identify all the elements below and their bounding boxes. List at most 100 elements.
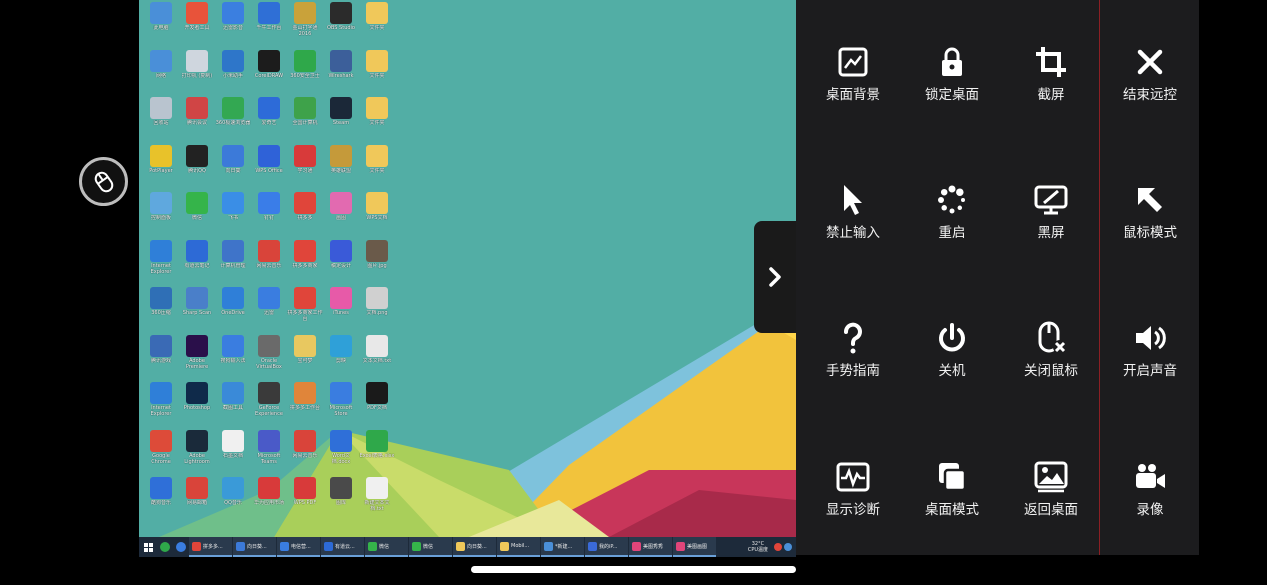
desktop-icon[interactable]: 石墨文档 — [215, 429, 251, 474]
taskbar-app-button[interactable]: *新建... — [541, 537, 584, 557]
desktop-icon[interactable]: 新建文本文档.txt — [359, 477, 395, 521]
desktop-icon[interactable]: 文件夹 — [359, 2, 395, 46]
desktop-icon[interactable]: 图库 — [323, 477, 359, 521]
desktop-icon[interactable]: QQ音乐 — [215, 477, 251, 521]
desktop-icon[interactable]: Excel表格.xlsx — [359, 429, 395, 474]
display-diagnose-button[interactable]: 显示诊断 — [803, 459, 903, 539]
taskbar-pinned-1[interactable] — [157, 537, 173, 557]
desktop-icon[interactable]: Internet Explorer — [143, 239, 179, 284]
remote-desktop-view[interactable]: 此电脑 开发者工具 迅雷影音 千牛工作台 金山打字通 2016 OBS Studio 文件夹… — [139, 0, 796, 557]
taskbar-app-button[interactable]: Mobil... — [497, 537, 540, 557]
desktop-icon[interactable]: 360安全卫士 — [287, 49, 323, 94]
desktop-icon[interactable]: PotPlayer — [143, 144, 179, 189]
end-remote-button[interactable]: 结束远控 — [1100, 44, 1200, 124]
desktop-icon[interactable]: Wireshark — [323, 49, 359, 94]
desktop-icon[interactable]: 稿定设计 — [323, 239, 359, 284]
desktop-icon[interactable]: Photoshop — [179, 382, 215, 426]
desktop-icon[interactable]: Adobe Lightroom — [179, 429, 215, 474]
screenshot-button[interactable]: 截屏 — [1001, 44, 1101, 124]
taskbar-app-button[interactable]: 向日葵... — [453, 537, 496, 557]
taskbar-app-button[interactable]: 美图秀秀 — [629, 537, 672, 557]
taskbar-app-button[interactable]: 向日葵... — [233, 537, 276, 557]
lock-desktop-button[interactable]: 锁定桌面 — [902, 44, 1002, 124]
desktop-icon[interactable]: 360极速浏览器 — [215, 97, 251, 141]
return-desktop-button[interactable]: 返回桌面 — [1001, 459, 1101, 539]
desktop-icon[interactable]: 拼多多商家工作台 — [287, 287, 323, 331]
cpu-temperature[interactable]: 32°C CPU温度 — [748, 541, 768, 553]
desktop-icon[interactable]: 回收站 — [143, 97, 179, 141]
mouse-mode-button[interactable]: 鼠标模式 — [1100, 182, 1200, 262]
desktop-icon[interactable]: 文档.png — [359, 287, 395, 331]
desktop-icon[interactable]: 飞书 — [215, 192, 251, 236]
desktop-icon[interactable]: Google Chrome — [143, 429, 179, 474]
desktop-icon[interactable]: 文本文档.txt — [359, 334, 395, 379]
taskbar-app-button[interactable]: 微信 — [409, 537, 452, 557]
taskbar-app-button[interactable]: 有道云... — [321, 537, 364, 557]
taskbar-app-button[interactable]: 电信营... — [277, 537, 320, 557]
taskbar-app-button[interactable]: 美图画图 — [673, 537, 716, 557]
shutdown-button[interactable]: 关机 — [902, 320, 1002, 400]
taskbar-pinned-2[interactable] — [173, 537, 189, 557]
desktop-icon[interactable]: 网易云音乐 — [251, 239, 287, 284]
close-mouse-button[interactable]: 关闭鼠标 — [1001, 320, 1101, 400]
desktop-icon[interactable]: 全国计算机 — [287, 97, 323, 141]
taskbar-app-button[interactable]: 拼多多... — [189, 537, 232, 557]
desktop-icon[interactable]: OneDrive — [215, 287, 251, 331]
desktop-icon[interactable]: 迅雷 — [251, 287, 287, 331]
enable-sound-button[interactable]: 开启声音 — [1100, 320, 1200, 400]
desktop-icon[interactable]: 拼多多 — [287, 192, 323, 236]
taskbar-app-button[interactable]: 微信 — [365, 537, 408, 557]
desktop-icon[interactable]: 截图工具 — [215, 382, 251, 426]
desktop-icon[interactable]: 学习通 — [287, 144, 323, 189]
desktop-icon[interactable]: 腾讯游戏 — [143, 334, 179, 379]
desktop-icon[interactable]: Word文档.docx — [323, 429, 359, 474]
desktop-bg-button[interactable]: 桌面背景 — [803, 44, 903, 124]
desktop-icon[interactable]: OBS Studio — [323, 2, 359, 46]
desktop-icon[interactable]: 英雄联盟 — [323, 144, 359, 189]
desktop-icon[interactable]: Steam — [323, 97, 359, 141]
desktop-icon[interactable]: 文件夹 — [359, 144, 395, 189]
desktop-icon[interactable]: 酷狗音乐 — [143, 477, 179, 521]
desktop-icon[interactable]: 宝可梦 — [287, 334, 323, 379]
desktop-icon[interactable]: WPS Office — [251, 144, 287, 189]
desktop-icon[interactable]: 网易云音乐 — [287, 429, 323, 474]
desktop-icon[interactable]: 华为应用市场 — [251, 477, 287, 521]
desktop-icon[interactable]: 金山打字通 2016 — [287, 2, 323, 46]
collapse-panel-button[interactable] — [754, 221, 796, 333]
desktop-icon[interactable]: Oracle VirtualBox — [251, 334, 287, 379]
desktop-icon[interactable]: 打印机 (复制) — [179, 49, 215, 94]
desktop-icon[interactable]: 千牛工作台 — [251, 2, 287, 46]
desktop-icon[interactable]: Adobe Premiere — [179, 334, 215, 379]
desktop-icon[interactable]: Internet Explorer — [143, 382, 179, 426]
desktop-icon[interactable]: 向日葵 — [215, 144, 251, 189]
desktop-icon[interactable]: 图片.jpg — [359, 239, 395, 284]
black-screen-button[interactable]: 黑屏 — [1001, 182, 1101, 262]
desktop-icon[interactable]: 网络 — [143, 49, 179, 94]
record-button[interactable]: 录像 — [1100, 459, 1200, 539]
desktop-icon[interactable]: 此电脑 — [143, 2, 179, 46]
disable-input-button[interactable]: 禁止输入 — [803, 182, 903, 262]
desktop-icon[interactable]: iTunes — [323, 287, 359, 331]
desktop-icon[interactable]: Sharp Scan — [179, 287, 215, 331]
desktop-icon[interactable]: Microsoft Store — [323, 382, 359, 426]
desktop-icon[interactable]: 剪映 — [323, 334, 359, 379]
gesture-guide-button[interactable]: 手势指南 — [803, 320, 903, 400]
desktop-icon[interactable]: 计算机管理 — [215, 239, 251, 284]
desktop-icon[interactable]: 网易邮箱 — [179, 477, 215, 521]
desktop-icon[interactable]: 文件夹 — [359, 49, 395, 94]
start-button[interactable] — [139, 537, 157, 557]
desktop-mode-button[interactable]: 桌面模式 — [902, 459, 1002, 539]
desktop-icon[interactable]: PDF文档 — [359, 382, 395, 426]
desktop-icon[interactable]: 360压缩 — [143, 287, 179, 331]
desktop-icon[interactable]: 钉钉 — [251, 192, 287, 236]
desktop-icon[interactable]: 腾讯会议 — [179, 97, 215, 141]
desktop-icon[interactable]: WPS文档 — [359, 192, 395, 236]
desktop-icon[interactable]: 拼多多商家 — [287, 239, 323, 284]
desktop-icon[interactable]: 控制面板 — [143, 192, 179, 236]
desktop-icon[interactable]: 拼多多工作台 — [287, 382, 323, 426]
tray-network-icon[interactable] — [784, 543, 792, 551]
desktop-icon[interactable]: 微信 — [179, 192, 215, 236]
floating-mouse-button[interactable] — [79, 157, 128, 206]
desktop-icon[interactable]: 搜狗输入法 — [215, 334, 251, 379]
desktop-icon[interactable]: 开发者工具 — [179, 2, 215, 46]
